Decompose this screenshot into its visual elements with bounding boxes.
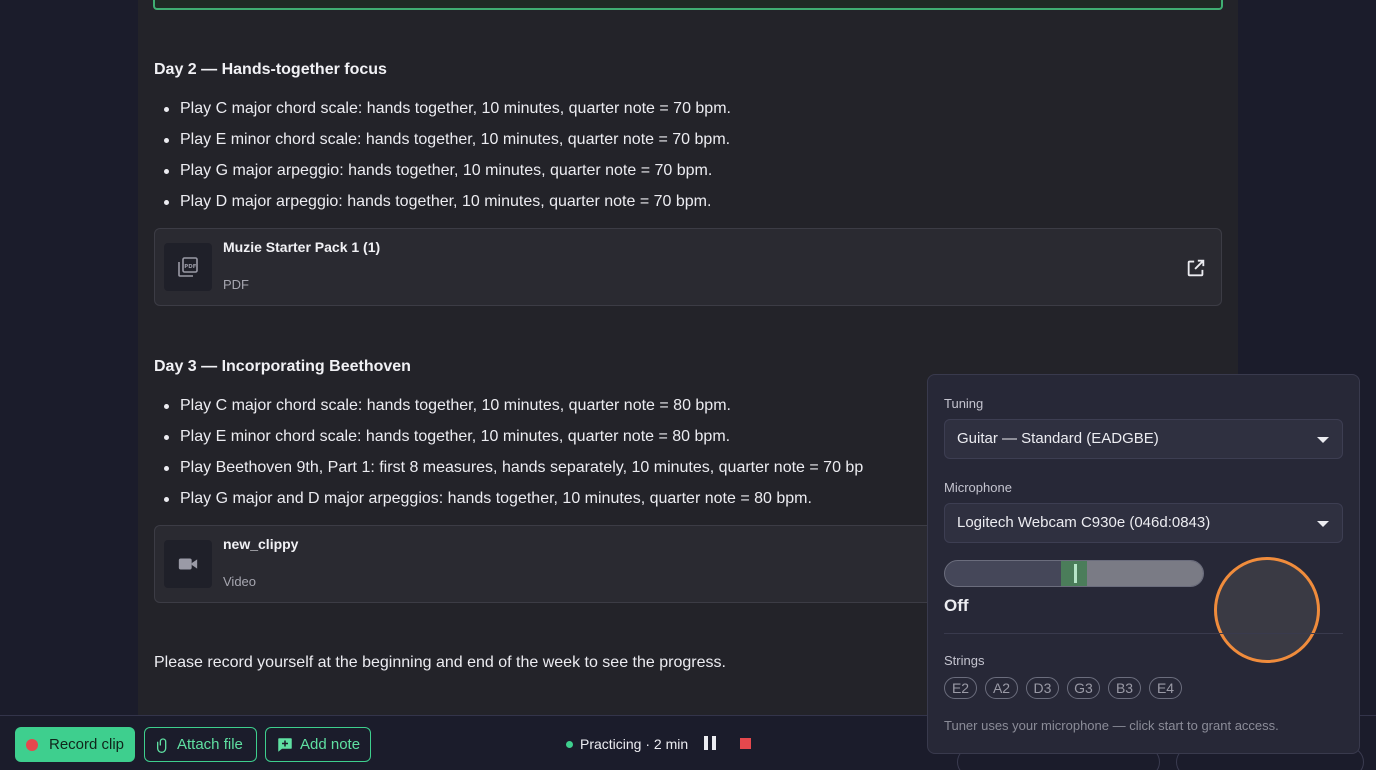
string-chip-e4[interactable]: E4 [1149,677,1182,699]
day3-heading: Day 3 — Incorporating Beethoven [154,358,411,375]
add-note-button[interactable]: Add note [265,727,371,762]
stop-icon[interactable] [740,738,751,749]
day2-heading: Day 2 — Hands-together focus [154,61,387,78]
record-dot-icon [26,738,38,751]
list-item: Play C major chord scale: hands together… [154,396,863,427]
caret-down-icon [1317,521,1329,527]
microphone-label: Microphone [944,480,1012,495]
pdf-icon: PDF [164,243,212,291]
string-chip-b3[interactable]: B3 [1108,677,1141,699]
caret-down-icon [1317,437,1329,443]
pitch-needle [1074,564,1077,583]
closing-note: Please record yourself at the beginning … [154,654,726,671]
day2-task-list: Play C major chord scale: hands together… [154,99,731,223]
practice-status-text: Practicing · 2 min [580,736,689,752]
attach-file-button[interactable]: Attach file [144,727,257,762]
list-item: Play C major chord scale: hands together… [154,99,731,130]
add-note-icon [278,737,292,752]
video-camera-icon [164,540,212,588]
svg-text:PDF: PDF [184,264,196,270]
tuner-hint: Tuner uses your microphone — click start… [944,718,1279,733]
previous-attachment-card[interactable] [153,0,1223,10]
tuning-label: Tuning [944,396,984,411]
divider [944,633,1343,634]
attachment-card-pdf[interactable]: PDF Muzie Starter Pack 1 (1) PDF [154,228,1222,306]
paperclip-icon [157,737,167,753]
list-item: Play D major arpeggio: hands together, 1… [154,192,731,223]
string-chip-a2[interactable]: A2 [985,677,1018,699]
list-item: Play E minor chord scale: hands together… [154,427,863,458]
microphone-select[interactable]: Logitech Webcam C930e (046d:0843) [944,503,1343,543]
practice-status: Practicing · 2 min [566,736,688,752]
string-chip-e2[interactable]: E2 [944,677,977,699]
microphone-value: Logitech Webcam C930e (046d:0843) [957,514,1211,531]
tuning-select[interactable]: Guitar — Standard (EADGBE) [944,419,1343,459]
string-chip-d3[interactable]: D3 [1026,677,1059,699]
list-item: Play Beethoven 9th, Part 1: first 8 meas… [154,458,863,489]
record-clip-label: Record clip [49,736,125,753]
day3-task-list: Play C major chord scale: hands together… [154,396,863,520]
tuning-value: Guitar — Standard (EADGBE) [957,430,1159,447]
attach-file-label: Attach file [177,736,243,753]
attachment-name: new_clippy [223,536,299,552]
meter-state: Off [944,596,969,615]
string-chips: E2 A2 D3 G3 B3 E4 [944,677,1182,699]
record-clip-button[interactable]: Record clip [15,727,135,762]
attachment-name: Muzie Starter Pack 1 (1) [223,239,381,255]
strings-label: Strings [944,653,985,668]
list-item: Play G major and D major arpeggios: hand… [154,489,863,520]
tuner-start-button[interactable] [1214,557,1320,663]
string-chip-g3[interactable]: G3 [1067,677,1100,699]
attachment-kind: PDF [223,277,249,292]
pitch-meter [944,560,1204,587]
list-item: Play E minor chord scale: hands together… [154,130,731,161]
tuner-panel: Tuning Guitar — Standard (EADGBE) Microp… [927,374,1360,754]
list-item: Play G major arpeggio: hands together, 1… [154,161,731,192]
attachment-kind: Video [223,574,257,589]
live-indicator-icon [566,740,573,748]
pause-icon[interactable] [704,736,716,750]
add-note-label: Add note [300,736,361,753]
open-external-icon[interactable] [1185,257,1207,279]
